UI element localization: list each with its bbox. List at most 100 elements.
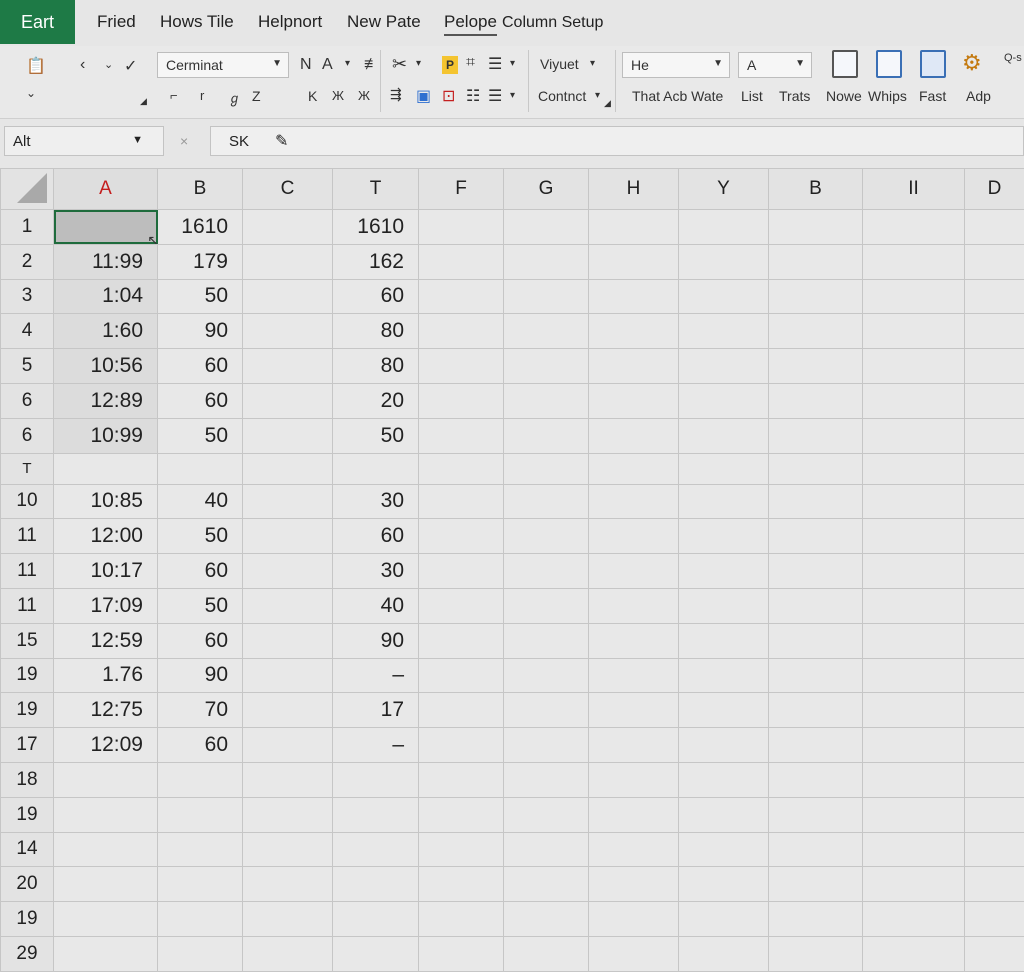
cell-b[interactable]	[158, 902, 243, 937]
active-cell[interactable]: ↖	[54, 210, 158, 245]
cell-empty[interactable]	[679, 418, 769, 453]
cell-empty[interactable]	[589, 314, 679, 349]
cell-empty[interactable]	[769, 519, 863, 554]
cell-empty[interactable]	[589, 623, 679, 658]
cell-empty[interactable]	[965, 762, 1024, 797]
cell-empty[interactable]	[679, 658, 769, 693]
cell-c[interactable]	[243, 867, 333, 902]
cell-empty[interactable]	[863, 244, 965, 279]
italic-glyph[interactable]: A	[322, 56, 333, 74]
cell-a[interactable]: 1:04	[54, 279, 158, 314]
cell-empty[interactable]	[504, 588, 589, 623]
row-header[interactable]: 6	[1, 383, 54, 418]
cell-c[interactable]	[243, 418, 333, 453]
cell-b[interactable]: 70	[158, 693, 243, 728]
bold-glyph[interactable]: N	[300, 56, 312, 74]
cell-empty[interactable]	[863, 279, 965, 314]
cell-c[interactable]	[243, 484, 333, 519]
cell-t[interactable]: 90	[333, 623, 419, 658]
cell-empty[interactable]	[769, 484, 863, 519]
cell-empty[interactable]	[589, 832, 679, 867]
name-box[interactable]: Alt ▼	[4, 126, 164, 156]
select-all-corner[interactable]	[1, 169, 54, 210]
cell-c[interactable]	[243, 658, 333, 693]
cell-b[interactable]: 50	[158, 279, 243, 314]
cell-empty[interactable]	[504, 902, 589, 937]
cell-empty[interactable]	[679, 832, 769, 867]
cell-empty[interactable]	[863, 797, 965, 832]
menu-item-new-pate[interactable]: New Pate	[347, 12, 421, 32]
whips-label[interactable]: Whips	[868, 88, 907, 104]
cell-empty[interactable]	[589, 728, 679, 763]
tools-icon[interactable]: ⚙	[962, 50, 982, 76]
cell-t[interactable]: 50	[333, 418, 419, 453]
column-header-h[interactable]: H	[589, 169, 679, 210]
cell-a[interactable]	[54, 453, 158, 484]
cell-empty[interactable]	[504, 314, 589, 349]
style-dropdown[interactable]: Viyuet	[540, 56, 579, 72]
cell-empty[interactable]	[965, 936, 1024, 971]
cell-empty[interactable]	[504, 210, 589, 245]
row-header[interactable]: 19	[1, 693, 54, 728]
cell-a[interactable]: 10:85	[54, 484, 158, 519]
chevron-down-icon[interactable]: ▾	[595, 90, 600, 101]
indent-icon[interactable]: ☰	[488, 86, 502, 106]
cell-c[interactable]	[243, 832, 333, 867]
row-header[interactable]: 20	[1, 867, 54, 902]
cell-empty[interactable]	[504, 936, 589, 971]
cell-empty[interactable]	[419, 832, 504, 867]
list-icon[interactable]: ☷	[466, 86, 480, 106]
cell-c[interactable]	[243, 588, 333, 623]
cell-empty[interactable]	[769, 658, 863, 693]
menu-item-column-setup[interactable]: Column Setup	[502, 14, 603, 32]
cell-empty[interactable]	[965, 383, 1024, 418]
row-header[interactable]: 11	[1, 588, 54, 623]
cell-empty[interactable]	[965, 832, 1024, 867]
cell-b[interactable]	[158, 832, 243, 867]
cell-empty[interactable]	[679, 244, 769, 279]
cell-empty[interactable]	[863, 867, 965, 902]
cell-c[interactable]	[243, 349, 333, 384]
cell-empty[interactable]	[589, 797, 679, 832]
cell-empty[interactable]	[589, 383, 679, 418]
cell-c[interactable]	[243, 936, 333, 971]
cell-empty[interactable]	[679, 453, 769, 484]
cell-a[interactable]: 11:99	[54, 244, 158, 279]
cell-a[interactable]: 10:17	[54, 554, 158, 589]
column-header-t[interactable]: T	[333, 169, 419, 210]
cell-empty[interactable]	[504, 728, 589, 763]
cell-empty[interactable]	[769, 418, 863, 453]
cell-empty[interactable]	[504, 244, 589, 279]
fill-icon[interactable]: r	[200, 88, 204, 103]
cell-empty[interactable]	[965, 728, 1024, 763]
cell-a[interactable]: 10:56	[54, 349, 158, 384]
cell-empty[interactable]	[419, 902, 504, 937]
wrap-icon[interactable]: ⇶	[390, 86, 402, 103]
cell-t[interactable]	[333, 867, 419, 902]
cell-empty[interactable]	[769, 867, 863, 902]
cell-empty[interactable]	[419, 383, 504, 418]
cell-empty[interactable]	[965, 519, 1024, 554]
cell-empty[interactable]	[419, 210, 504, 245]
cell-empty[interactable]	[965, 554, 1024, 589]
cell-empty[interactable]	[769, 762, 863, 797]
list-label[interactable]: List	[741, 88, 763, 104]
cell-t[interactable]: 20	[333, 383, 419, 418]
cell-b[interactable]: 60	[158, 623, 243, 658]
cell-empty[interactable]	[419, 519, 504, 554]
cell-empty[interactable]	[419, 349, 504, 384]
scissors-icon[interactable]: ✂	[392, 54, 407, 75]
cell-c[interactable]	[243, 762, 333, 797]
nowe-label[interactable]: Nowe	[826, 88, 862, 104]
cell-empty[interactable]	[589, 588, 679, 623]
check-icon[interactable]: ✓	[124, 56, 137, 76]
cell-t[interactable]: 60	[333, 519, 419, 554]
menu-item-hows-tile[interactable]: Hows Tile	[160, 12, 234, 32]
column-header-d[interactable]: D	[965, 169, 1024, 210]
cell-a[interactable]: 17:09	[54, 588, 158, 623]
cell-empty[interactable]	[965, 349, 1024, 384]
cell-empty[interactable]	[589, 936, 679, 971]
cell-b[interactable]	[158, 936, 243, 971]
cell-empty[interactable]	[419, 658, 504, 693]
cell-c[interactable]	[243, 728, 333, 763]
